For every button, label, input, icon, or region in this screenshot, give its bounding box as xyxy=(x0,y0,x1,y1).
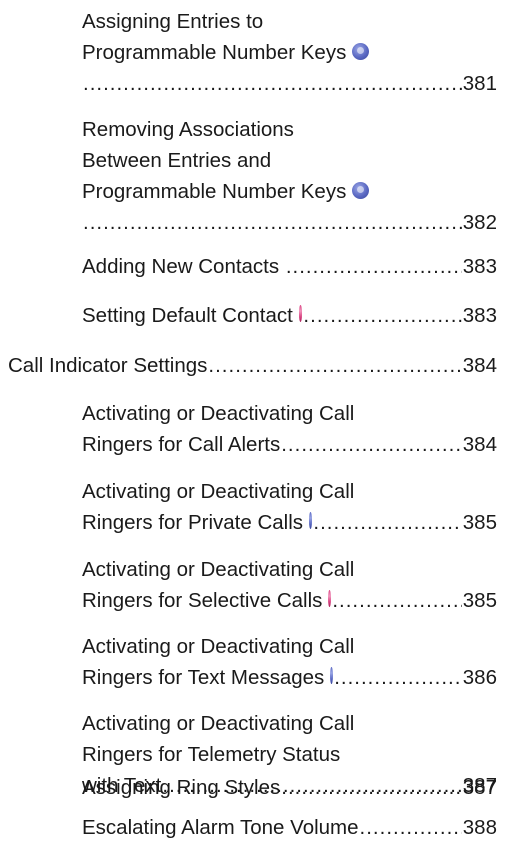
toc-entry[interactable]: Assigning Entries to Programmable Number… xyxy=(82,6,497,99)
toc-entry[interactable]: Setting Default Contact ................… xyxy=(82,300,497,331)
toc-entry-text: Escalating Alarm Tone Volume xyxy=(82,816,359,839)
toc-entry-text: Ringers for Text Messages xyxy=(82,666,325,689)
pink-icon xyxy=(298,305,310,322)
toc-entry[interactable]: Activating or Deactivating Call Ringers … xyxy=(82,398,497,460)
toc-entry-text: Between Entries and xyxy=(82,149,272,172)
dot-leader: ........................................… xyxy=(281,776,462,799)
dot-leader: ........................................… xyxy=(208,354,462,377)
toc-entry[interactable]: Escalating Alarm Tone Volume ...........… xyxy=(82,812,497,843)
dot-leader: ........................................… xyxy=(303,304,461,327)
toc-entry-text: Call Indicator Settings xyxy=(8,354,208,377)
toc-entry-text: Adding New Contacts xyxy=(82,255,285,278)
blue-icon xyxy=(352,43,370,60)
toc-entry[interactable]: Activating or Deactivating Call Ringers … xyxy=(82,476,497,538)
toc-entry[interactable]: Assigning Ring Styles ..................… xyxy=(82,772,497,803)
page-number: 387 xyxy=(462,776,497,799)
dot-leader: ........................................… xyxy=(285,255,462,278)
toc-entry[interactable]: Adding New Contacts ....................… xyxy=(82,251,497,282)
toc-entry[interactable]: Activating or Deactivating Call Ringers … xyxy=(82,554,497,616)
toc-entry-text: Activating or Deactivating Call xyxy=(82,558,355,581)
toc-entry-text: Assigning Entries to xyxy=(82,10,264,33)
dot-leader: ........................................… xyxy=(313,511,461,534)
dot-leader: ........................................… xyxy=(83,211,462,234)
toc-entry-text: Programmable Number Keys xyxy=(82,41,347,64)
blue-icon xyxy=(352,182,370,199)
page-number: 381 xyxy=(462,72,497,95)
blue-icon xyxy=(330,667,342,684)
page-number: 383 xyxy=(462,304,497,327)
page-number: 384 xyxy=(462,433,497,456)
toc-entry-text: Removing Associations xyxy=(82,118,294,141)
page-number: 382 xyxy=(462,211,497,234)
page-number: 386 xyxy=(462,666,497,689)
toc-entry[interactable]: Activating or Deactivating Call Ringers … xyxy=(82,631,497,693)
page-number: 385 xyxy=(462,589,497,612)
toc-entry[interactable]: Removing Associations Between Entries an… xyxy=(82,114,497,238)
page-number: 388 xyxy=(462,816,497,839)
toc-entry-text: Activating or Deactivating Call xyxy=(82,402,355,425)
toc-entry-text: Ringers for Call Alerts xyxy=(82,433,281,456)
dot-leader: ........................................… xyxy=(334,666,462,689)
toc-entry-text: Assigning Ring Styles xyxy=(82,776,281,799)
toc-entry[interactable]: Call Indicator Settings ................… xyxy=(8,350,497,381)
dot-leader: ........................................… xyxy=(281,433,462,456)
page-number: 383 xyxy=(462,255,497,278)
toc-entry-text: Programmable Number Keys xyxy=(82,180,347,203)
dot-leader: ........................................… xyxy=(332,589,461,612)
page-number: 384 xyxy=(462,354,497,377)
toc-entry-text: Setting Default Contact xyxy=(82,304,293,327)
toc-entry-text: Activating or Deactivating Call xyxy=(82,635,355,658)
toc-entry-text: Activating or Deactivating Call xyxy=(82,480,355,503)
pink-icon xyxy=(328,590,341,607)
dot-leader: ........................................… xyxy=(83,72,462,95)
toc-entry-text: Ringers for Private Calls xyxy=(82,511,304,534)
toc-entry-text: Ringers for Telemetry Status xyxy=(82,743,341,766)
page-number: 385 xyxy=(462,511,497,534)
toc-entry-text: Ringers for Selective Calls xyxy=(82,589,323,612)
toc-entry-text: Activating or Deactivating Call xyxy=(82,712,355,735)
dot-leader: ........................................… xyxy=(359,816,462,839)
blue-icon xyxy=(309,512,323,529)
